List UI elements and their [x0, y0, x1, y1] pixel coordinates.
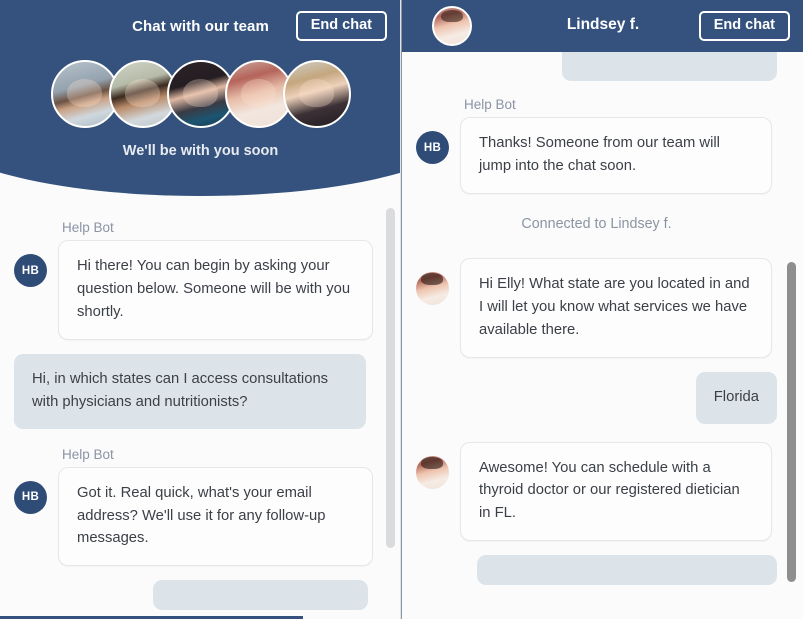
message-bubble: [477, 555, 777, 586]
right-panel-header: Lindsey f. End chat: [402, 0, 803, 52]
message-agent: Awesome! You can schedule with a thyroid…: [416, 441, 777, 542]
agent-avatar: [416, 455, 449, 489]
right-chat-panel: Help Bot HB Thanks! Someone from our tea…: [401, 0, 803, 619]
message-bubble: [562, 52, 777, 81]
right-panel-scrollbar[interactable]: [787, 262, 796, 582]
message-user-partial: [416, 555, 777, 586]
end-chat-button[interactable]: End chat: [295, 11, 387, 41]
message-user: Hi, in which states can I access consult…: [14, 353, 376, 429]
message-bubble: Got it. Real quick, what's your email ad…: [58, 466, 373, 567]
message-bot: Help Bot HB Thanks! Someone from our tea…: [416, 97, 777, 194]
message-user-partial: [14, 580, 376, 611]
message-agent: Hi Elly! What state are you located in a…: [416, 257, 777, 358]
message-user-partial: [416, 52, 777, 81]
bot-avatar: HB: [14, 480, 47, 514]
message-user: Florida: [416, 371, 777, 424]
waiting-status-text: We'll be with you soon: [122, 143, 279, 159]
message-bubble: [153, 580, 368, 611]
left-panel-scrollbar[interactable]: [386, 208, 395, 548]
sender-label: Help Bot: [62, 446, 114, 462]
message-bubble: Thanks! Someone from our team will jump …: [460, 117, 772, 194]
sender-label: Help Bot: [62, 220, 114, 235]
right-message-stream[interactable]: Help Bot HB Thanks! Someone from our tea…: [402, 52, 803, 619]
bot-avatar: HB: [416, 131, 449, 164]
team-avatar-group: [0, 60, 400, 128]
message-bubble: Hi, in which states can I access consult…: [14, 353, 366, 429]
left-panel-header: Chat with our team End chat We'll be wit…: [0, 0, 400, 200]
left-message-stream[interactable]: Help Bot HB Hi there! You can begin by a…: [0, 196, 400, 619]
sender-label: Help Bot: [464, 97, 516, 112]
message-bot: Help Bot HB Hi there! You can begin by a…: [14, 220, 376, 340]
agent-avatar: [416, 271, 449, 305]
system-connection-note: Connected to Lindsey f.: [521, 215, 672, 232]
message-bubble: Florida: [695, 371, 777, 424]
left-chat-panel: Help Bot HB Hi there! You can begin by a…: [0, 0, 401, 619]
end-chat-button[interactable]: End chat: [698, 11, 790, 41]
message-bubble: Awesome! You can schedule with a thyroid…: [460, 441, 772, 542]
message-bubble: Hi there! You can begin by asking your q…: [58, 240, 373, 340]
message-bubble: Hi Elly! What state are you located in a…: [460, 257, 772, 358]
message-bot: Help Bot HB Got it. Real quick, what's y…: [14, 447, 376, 567]
chat-comparison-screenshot: Help Bot HB Hi there! You can begin by a…: [0, 0, 803, 619]
bot-avatar: HB: [14, 254, 47, 287]
avatar: [282, 60, 351, 128]
